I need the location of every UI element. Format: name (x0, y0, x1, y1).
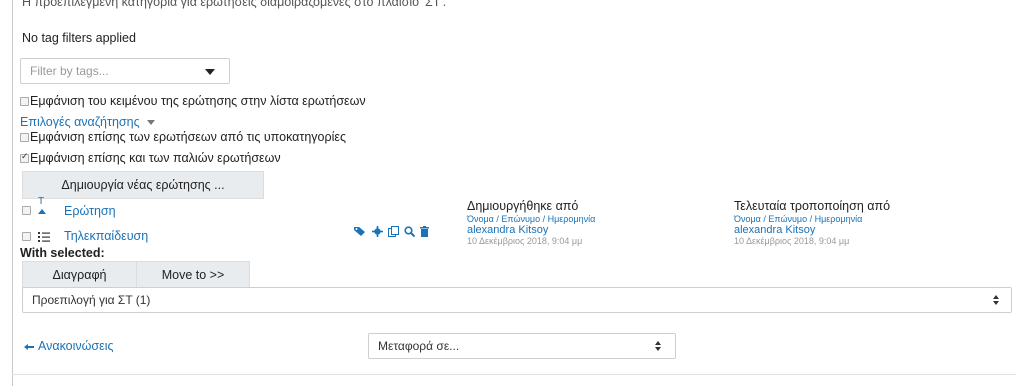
created-date: 10 Δεκέμβριος 2018, 9:04 μμ (467, 236, 583, 246)
preview-icon[interactable] (404, 226, 416, 240)
no-tag-filters-label: No tag filters applied (22, 31, 136, 45)
with-selected-label: With selected: (20, 246, 105, 260)
multichoice-icon (38, 231, 50, 242)
tags-icon[interactable] (354, 226, 367, 240)
sort-asc-icon (38, 209, 46, 214)
target-category-value: Προεπιλογή για ΣΤ (1) (32, 293, 151, 307)
previous-activity-label: Ανακοινώσεις (38, 339, 114, 353)
modified-by-column-header: Τελευταία τροποποίηση από (734, 199, 891, 213)
delete-button[interactable]: Διαγραφή (22, 261, 137, 289)
search-options-label: Επιλογές αναζήτησης (20, 115, 140, 129)
show-question-text-checkbox[interactable] (20, 97, 29, 106)
show-old-questions-label: Εμφάνιση επίσης και των παλιών ερωτήσεων (30, 151, 281, 165)
search-options-link[interactable]: Επιλογές αναζήτησης (20, 115, 156, 129)
select-updown-icon (655, 341, 661, 351)
show-old-questions-checkbox[interactable] (20, 151, 29, 163)
trash-icon[interactable] (420, 226, 429, 240)
created-by-column-header: Δημιουργήθηκε από (467, 199, 579, 213)
jump-to-select[interactable]: Μεταφορά σε... (368, 333, 676, 359)
duplicate-icon[interactable] (388, 226, 399, 240)
select-all-checkbox[interactable] (22, 206, 31, 215)
tag-filter-dropdown[interactable]: Filter by tags... (20, 58, 230, 84)
footer-divider (12, 374, 1016, 375)
caret-down-icon (147, 120, 156, 126)
jump-to-value: Μεταφορά σε... (378, 339, 460, 353)
show-subcategories-checkbox[interactable] (20, 133, 29, 142)
question-name-link[interactable]: Τηλεκπαίδευση (64, 229, 148, 243)
show-question-text-label: Εμφάνιση του κειμένου της ερώτησης στην … (30, 94, 366, 108)
created-by-sort-links[interactable]: Όνομα / Επώνυμο / Ημερομηνία (467, 214, 595, 224)
modified-by-name-link[interactable]: alexandra Kitsoy (734, 224, 815, 236)
move-to-button[interactable]: Move to >> (136, 261, 250, 289)
created-by-name-link[interactable]: alexandra Kitsoy (467, 224, 548, 236)
modified-by-sort-links[interactable]: Όνομα / Επώνυμο / Ημερομηνία (734, 214, 862, 224)
create-question-button[interactable]: Δημιουργία νέας ερώτησης ... (22, 171, 264, 199)
previous-activity-link[interactable]: Ανακοινώσεις (24, 339, 114, 353)
caret-down-icon (205, 69, 215, 75)
question-column-header[interactable]: Ερώτηση (64, 204, 116, 218)
row-select-checkbox[interactable] (22, 232, 31, 241)
category-note: Η προεπιλεγμένη κατηγορία για ερωτήσεις … (22, 0, 447, 9)
select-updown-icon (993, 295, 999, 305)
show-subcategories-label: Εμφάνιση επίσης των ερωτήσεων από τις υπ… (30, 130, 346, 144)
sort-type-link[interactable]: T (38, 196, 44, 207)
arrow-left-icon (24, 339, 34, 353)
row-actions (354, 226, 429, 240)
modified-date: 10 Δεκέμβριος 2018, 9:04 μμ (734, 236, 850, 246)
gear-icon[interactable] (372, 226, 383, 240)
target-category-select[interactable]: Προεπιλογή για ΣΤ (1) (22, 287, 1012, 313)
tag-filter-placeholder: Filter by tags... (30, 64, 109, 78)
